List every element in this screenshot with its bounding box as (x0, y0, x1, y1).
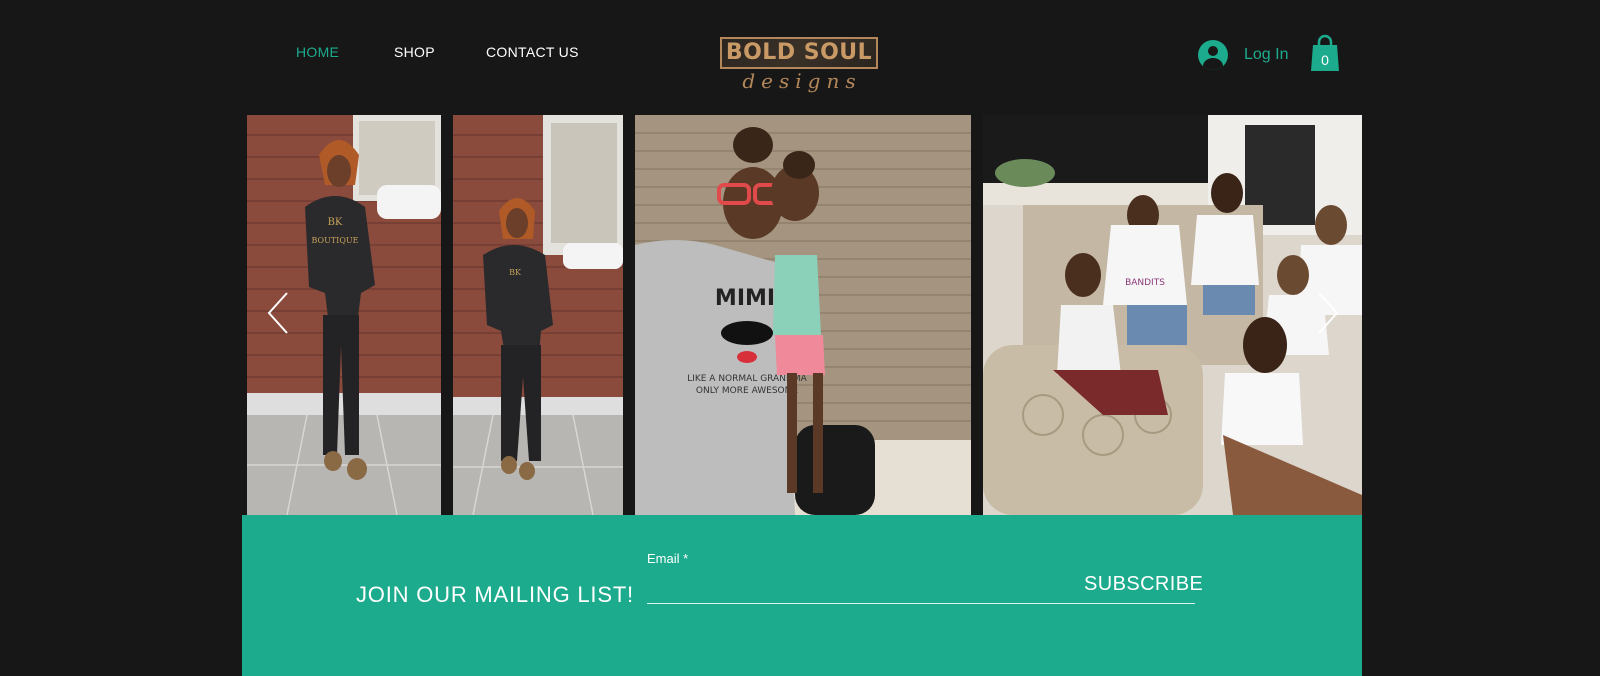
logo-main-text: BOLD SOUL (725, 40, 873, 65)
subscribe-button[interactable]: SUBSCRIBE (1084, 569, 1203, 599)
cart-button[interactable]: 0 (1310, 34, 1340, 72)
gallery-photo-2[interactable]: BK (453, 115, 623, 515)
cart-count: 0 (1321, 52, 1329, 68)
photo-gallery[interactable]: BK BOUTIQUE BK MIMI LIKE A NORMAL GRANDM… (247, 115, 1362, 515)
svg-text:BANDITS: BANDITS (1125, 278, 1165, 288)
chevron-left-icon (267, 292, 288, 334)
email-label: Email * (647, 551, 689, 566)
svg-text:ONLY MORE AWESOME: ONLY MORE AWESOME (696, 386, 798, 396)
svg-text:BK: BK (509, 268, 522, 277)
login-label: Log In (1244, 46, 1289, 63)
mailing-list-section: JOIN OUR MAILING LIST! Email * SUBSCRIBE (242, 515, 1362, 676)
nav-home[interactable]: HOME (296, 44, 339, 60)
svg-text:MIMI: MIMI (715, 286, 775, 311)
avatar-icon (1198, 40, 1228, 70)
chevron-right-icon (1318, 292, 1339, 334)
login-button[interactable]: Log In (1198, 40, 1288, 70)
svg-text:BK: BK (328, 217, 343, 228)
nav-contact-us[interactable]: CONTACT US (486, 44, 579, 60)
gallery-prev-button[interactable] (265, 291, 291, 335)
logo-script-text: designs (742, 69, 862, 93)
gallery-photo-4[interactable]: BANDITS (983, 115, 1362, 515)
gallery-next-button[interactable] (1315, 291, 1341, 335)
gallery-photo-3[interactable]: MIMI LIKE A NORMAL GRANDMA ONLY MORE AWE… (635, 115, 971, 515)
svg-text:BOUTIQUE: BOUTIQUE (312, 236, 359, 245)
nav-shop[interactable]: SHOP (394, 44, 435, 60)
mailing-list-title: JOIN OUR MAILING LIST! (356, 582, 634, 607)
site-logo[interactable]: BOLD SOUL designs (720, 37, 884, 99)
